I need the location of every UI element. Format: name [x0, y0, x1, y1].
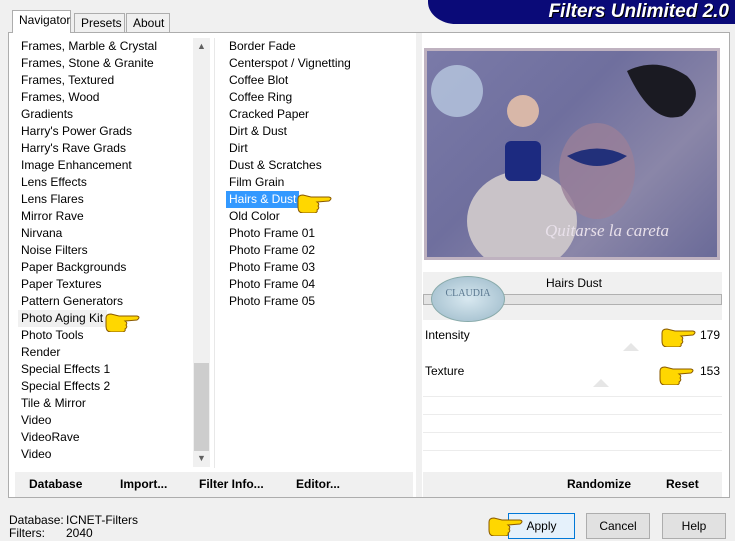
filter-name: Hairs Dust	[546, 276, 603, 290]
filter-item[interactable]: Photo Frame 02	[226, 242, 414, 259]
filter-item[interactable]: Hairs & Dust	[226, 191, 300, 208]
category-item[interactable]: Image Enhancement	[18, 157, 193, 174]
category-item[interactable]: Harry's Power Grads	[18, 123, 193, 140]
left-toolbar: Database Import... Filter Info... Editor…	[15, 472, 413, 497]
editor-button[interactable]: Editor...	[296, 472, 340, 497]
database-button[interactable]: Database	[29, 472, 82, 497]
filter-item[interactable]: Centerspot / Vignetting	[226, 55, 414, 72]
tab-navigator[interactable]: Navigator	[12, 10, 71, 33]
category-item[interactable]: Lens Effects	[18, 174, 193, 191]
filter-item[interactable]: Dust & Scratches	[226, 157, 414, 174]
preview-image: Quitarse la careta	[424, 48, 720, 260]
category-item[interactable]: Noise Filters	[18, 242, 193, 259]
param-value[interactable]: 179	[700, 328, 720, 342]
reset-button[interactable]: Reset	[666, 472, 699, 497]
category-item[interactable]: Nirvana	[18, 225, 193, 242]
category-item[interactable]: Paper Textures	[18, 276, 193, 293]
filter-header: CLAUDIA Hairs Dust	[423, 272, 722, 322]
filter-info-button[interactable]: Filter Info...	[199, 472, 264, 497]
param-label: Intensity	[425, 328, 470, 342]
scroll-up-icon[interactable]: ▲	[193, 38, 210, 55]
category-item[interactable]: Video	[18, 412, 193, 429]
tab-about[interactable]: About	[126, 13, 170, 32]
filters-count: 2040	[66, 526, 93, 540]
watermark-logo: CLAUDIA	[431, 276, 505, 322]
filter-item[interactable]: Dirt	[226, 140, 414, 157]
filter-item[interactable]: Coffee Ring	[226, 89, 414, 106]
filter-item[interactable]: Cracked Paper	[226, 106, 414, 123]
category-item[interactable]: Paper Backgrounds	[18, 259, 193, 276]
category-item[interactable]: Video	[18, 446, 193, 463]
pointing-hand-icon	[659, 366, 694, 385]
app-title-banner: Filters Unlimited 2.0	[428, 0, 735, 24]
category-item[interactable]: Gradients	[18, 106, 193, 123]
pointing-hand-icon	[488, 517, 523, 536]
help-button[interactable]: Help	[662, 513, 726, 539]
category-item[interactable]: Photo Aging Kit	[18, 310, 108, 327]
tab-presets[interactable]: Presets	[74, 13, 125, 32]
category-item[interactable]: Pattern Generators	[18, 293, 193, 310]
category-list[interactable]: Frames, Marble & Crystal Frames, Stone & …	[18, 38, 193, 463]
filter-item[interactable]: Photo Frame 05	[226, 293, 414, 310]
filter-item[interactable]: Photo Frame 04	[226, 276, 414, 293]
category-item[interactable]: Frames, Textured	[18, 72, 193, 89]
app-title: Filters Unlimited 2.0	[548, 1, 729, 22]
category-scrollbar[interactable]: ▲ ▼	[193, 38, 210, 467]
preview-artwork: Quitarse la careta	[431, 64, 696, 257]
category-item[interactable]: Special Effects 1	[18, 361, 193, 378]
randomize-button[interactable]: Randomize	[567, 472, 631, 497]
status-info: Database: ICNET-Filters Filters: 2040	[9, 513, 138, 540]
filter-item[interactable]: Photo Frame 03	[226, 259, 414, 276]
category-item[interactable]: Harry's Rave Grads	[18, 140, 193, 157]
param-label: Texture	[425, 364, 465, 378]
filter-list[interactable]: Border Fade Centerspot / Vignetting Coffee…	[226, 38, 414, 310]
category-item[interactable]: Special Effects 2	[18, 378, 193, 395]
filter-item[interactable]: Film Grain	[226, 174, 414, 191]
filter-item[interactable]: Border Fade	[226, 38, 414, 55]
category-item[interactable]: Tile & Mirror	[18, 395, 193, 412]
param-value[interactable]: 153	[700, 364, 720, 378]
category-item[interactable]: Frames, Stone & Granite	[18, 55, 193, 72]
filter-item[interactable]: Dirt & Dust	[226, 123, 414, 140]
pointing-hand-icon	[661, 328, 696, 347]
right-toolbar: Randomize Reset	[423, 472, 722, 497]
category-item[interactable]: Render	[18, 344, 193, 361]
category-item[interactable]: Lens Flares	[18, 191, 193, 208]
database-value: ICNET-Filters	[66, 513, 138, 527]
filter-item[interactable]: Photo Frame 01	[226, 225, 414, 242]
category-item[interactable]: Frames, Wood	[18, 89, 193, 106]
category-item[interactable]: Frames, Marble & Crystal	[18, 38, 193, 55]
category-item[interactable]: Mirror Rave	[18, 208, 193, 225]
cancel-button[interactable]: Cancel	[586, 513, 650, 539]
slider-marker[interactable]	[623, 335, 639, 351]
category-item[interactable]: VideoRave	[18, 429, 193, 446]
scroll-down-icon[interactable]: ▼	[193, 450, 210, 467]
pointing-hand-icon	[297, 194, 332, 213]
slider-marker[interactable]	[593, 371, 609, 387]
filter-item[interactable]: Coffee Blot	[226, 72, 414, 89]
pointing-hand-icon	[105, 313, 140, 332]
scroll-thumb[interactable]	[194, 363, 209, 451]
preview-caption: Quitarse la careta	[545, 221, 669, 240]
import-button[interactable]: Import...	[120, 472, 167, 497]
